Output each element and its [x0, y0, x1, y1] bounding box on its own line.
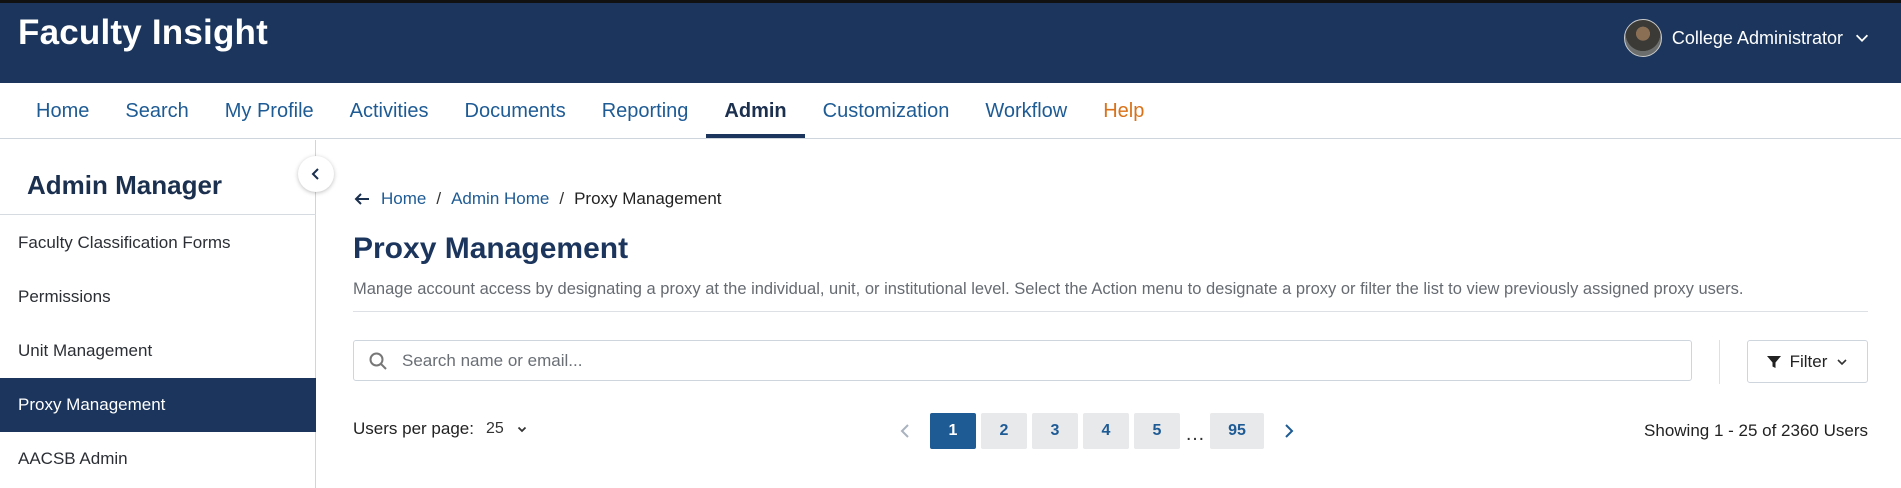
sidebar-item-faculty-classification-forms[interactable]: Faculty Classification Forms	[0, 216, 316, 270]
search-icon	[369, 352, 387, 370]
divider	[353, 311, 1868, 312]
chevron-down-icon	[1837, 358, 1847, 365]
next-page-button[interactable]	[1269, 413, 1307, 449]
divider	[1719, 340, 1720, 384]
breadcrumb-home[interactable]: Home	[381, 189, 426, 209]
page-title: Proxy Management	[353, 232, 629, 265]
page-button-5[interactable]: 5	[1134, 413, 1180, 449]
breadcrumb-separator: /	[559, 189, 565, 208]
arrow-left-icon[interactable]	[353, 190, 371, 208]
results-count: Showing 1 - 25 of 2360 Users	[1644, 421, 1868, 440]
sidebar: Admin Manager Faculty Classification For…	[0, 140, 316, 488]
filter-label: Filter	[1789, 351, 1828, 371]
page-description: Manage account access by designating a p…	[353, 280, 1744, 298]
per-page-value: 25	[485, 420, 504, 437]
user-name: College Administrator	[1671, 27, 1843, 48]
filter-icon	[1766, 355, 1781, 368]
previous-page-button[interactable]	[887, 413, 925, 449]
sidebar-collapse-button[interactable]	[298, 156, 334, 192]
nav-home[interactable]: Home	[18, 83, 107, 139]
page-button-3[interactable]: 3	[1032, 413, 1078, 449]
nav-help[interactable]: Help	[1085, 83, 1162, 139]
sidebar-item-permissions[interactable]: Permissions	[0, 270, 316, 324]
nav-customization[interactable]: Customization	[805, 83, 968, 139]
sidebar-title: Admin Manager	[27, 170, 223, 200]
chevron-left-icon	[900, 424, 909, 438]
search-box	[353, 340, 1692, 381]
main-nav: Home Search My Profile Activities Docume…	[0, 83, 1901, 139]
breadcrumb-separator: /	[436, 189, 442, 208]
page-button-2[interactable]: 2	[981, 413, 1027, 449]
per-page-control: Users per page: 25	[353, 418, 530, 440]
avatar	[1623, 19, 1662, 57]
nav-search[interactable]: Search	[107, 83, 206, 139]
sidebar-list: Faculty Classification Forms Permissions…	[0, 216, 316, 486]
sidebar-item-unit-management[interactable]: Unit Management	[0, 324, 316, 378]
chevron-left-icon	[311, 168, 319, 180]
sidebar-item-aacsb-admin[interactable]: AACSB Admin	[0, 432, 316, 486]
nav-activities[interactable]: Activities	[332, 83, 447, 139]
pagination: 1 2 3 4 5 … 95	[887, 413, 1307, 449]
search-input[interactable]	[402, 350, 1691, 371]
nav-reporting[interactable]: Reporting	[584, 83, 707, 139]
pagination-ellipsis: …	[1185, 422, 1205, 445]
filter-button[interactable]: Filter	[1747, 340, 1868, 383]
page-button-4[interactable]: 4	[1083, 413, 1129, 449]
top-header: Faculty Insight College Administrator	[0, 0, 1901, 83]
per-page-select[interactable]: 25	[484, 418, 530, 440]
nav-admin[interactable]: Admin	[706, 83, 805, 139]
chevron-right-icon	[1285, 424, 1294, 438]
chevron-down-icon	[1855, 34, 1869, 42]
sidebar-item-proxy-management[interactable]: Proxy Management	[0, 378, 316, 432]
nav-documents[interactable]: Documents	[447, 83, 584, 139]
nav-my-profile[interactable]: My Profile	[207, 83, 332, 139]
nav-workflow[interactable]: Workflow	[967, 83, 1085, 139]
breadcrumb: Home / Admin Home / Proxy Management	[353, 189, 722, 209]
breadcrumb-current: Proxy Management	[574, 189, 722, 208]
breadcrumb-admin-home[interactable]: Admin Home	[451, 189, 549, 209]
per-page-label: Users per page:	[353, 419, 474, 438]
divider	[0, 214, 316, 215]
app-title: Faculty Insight	[18, 13, 268, 52]
page-button-last[interactable]: 95	[1210, 413, 1264, 449]
user-menu[interactable]: College Administrator	[1623, 19, 1871, 57]
chevron-down-icon	[517, 426, 526, 433]
page-button-1[interactable]: 1	[930, 413, 976, 449]
